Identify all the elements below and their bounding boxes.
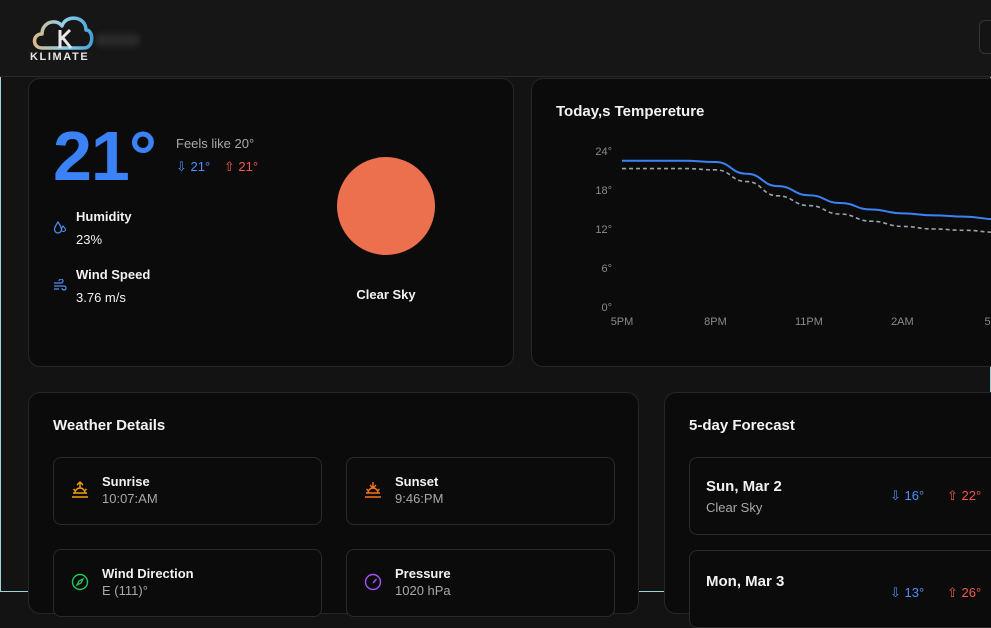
x-tick-label: 11PM [795,316,823,328]
arrow-down-icon: ⇩ [890,585,901,600]
x-tick-label: 5AM [985,316,991,328]
forecast-card: 5-day Forecast Sun, Mar 2 Clear Sky ⇩ 16… [664,392,991,628]
detail-wind-direction: Wind Direction E (111)° [53,549,322,617]
wind-direction-label: Wind Direction [102,566,194,581]
arrow-down-icon: ⇩ [890,488,901,503]
forecast-high: ⇧ 26° [947,585,982,600]
detail-pressure: Pressure 1020 hPa [346,549,615,617]
forecast-condition: Clear Sky [706,500,763,515]
current-temperature: 21° [53,117,157,195]
forecast-low: ⇩ 13° [890,585,925,600]
forecast-day: Mon, Mar 3 [706,573,785,590]
arrow-up-icon: ⇧ [223,159,235,174]
sunrise-label: Sunrise [102,474,150,489]
weather-details-card: Weather Details Sunrise 10:07:AM Sunset … [28,392,639,617]
compass-icon [71,573,89,591]
wind-speed-label: Wind Speed [76,267,151,282]
forecast-day: Sun, Mar 2 [706,478,782,495]
sunset-value: 9:46:PM [395,491,444,506]
sunset-label: Sunset [395,474,439,489]
y-tick-label: 24° [595,146,612,158]
feels-like: Feels like 20° [176,136,255,151]
current-weather-card: 21° Feels like 20° ⇩ 21° ⇧ 21° Humidity … [28,78,514,367]
forecast-high: ⇧ 22° [947,488,982,503]
details-title: Weather Details [53,417,166,434]
arrow-down-icon: ⇩ [176,159,187,174]
forecast-title: 5-day Forecast [689,417,795,434]
y-tick-label: 0° [601,302,612,314]
sun-icon [337,157,435,255]
x-tick-label: 5PM [611,316,634,328]
x-tick-label: 2AM [891,316,914,328]
wind-icon [54,279,67,291]
forecast-low: ⇩ 16° [890,488,925,503]
detail-sunrise: Sunrise 10:07:AM [53,457,322,525]
sunset-icon [365,482,381,498]
y-tick-label: 6° [601,263,612,275]
wind-speed-value: 3.76 m/s [76,290,126,305]
pressure-value: 1020 hPa [395,583,451,598]
arrow-up-icon: ⇧ [947,488,958,503]
sunrise-value: 10:07:AM [102,491,158,506]
x-tick-label: 8PM [704,316,727,328]
sunrise-icon [72,481,88,498]
min-max-temperature: ⇩ 21° ⇧ 21° [176,159,258,175]
y-tick-label: 12° [595,224,612,236]
temperature-chart: 24° 18° 12° 6° 0° 5PM 8PM 11PM 2AM 5AM [595,146,991,328]
gauge-icon [364,573,382,591]
arrow-up-icon: ⇧ [947,585,958,600]
detail-sunset: Sunset 9:46:PM [346,457,615,525]
humidity-label: Humidity [76,209,132,224]
feels-like-line [622,167,991,233]
temperature-line [622,159,991,221]
brand-name: KLIMATE [30,51,90,63]
forecast-row: Mon, Mar 3 ⇩ 13° ⇧ 26° [689,550,991,628]
today-temperature-card: Today,s Tempereture 24° 18° 12° 6° 0° 5PM 8PM 1… [531,78,991,367]
humidity-value: 23% [76,232,103,247]
city-name-blurred [96,34,140,46]
wind-direction-value: E (111)° [102,583,148,598]
y-tick-label: 18° [595,185,612,197]
max-temperature: ⇧ 21° [223,159,259,174]
min-temperature: ⇩ 21° [176,159,211,174]
forecast-row: Sun, Mar 2 Clear Sky ⇩ 16° ⇧ 22° [689,457,991,535]
droplets-icon [53,221,67,234]
app-header: KLIMATE [0,0,991,77]
pressure-label: Pressure [395,566,451,581]
header-action-button[interactable] [979,20,991,54]
weather-condition: Clear Sky [356,287,416,302]
